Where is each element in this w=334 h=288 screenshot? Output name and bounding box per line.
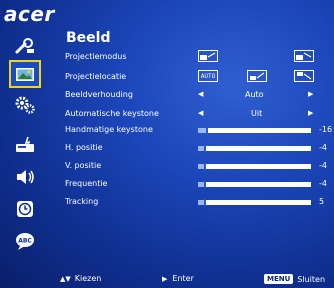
slider-thumb[interactable] <box>204 181 206 188</box>
projectiemodus-label: Projectiemodus <box>65 52 127 61</box>
sidebar-item-picture[interactable] <box>9 60 41 88</box>
footer-enter-label: Enter <box>172 274 194 283</box>
tracking-value: 5 <box>319 197 325 206</box>
row-beeldverhouding[interactable]: Beeldverhouding ◀ Auto ▶ <box>65 90 334 104</box>
row-handmatige-keystone[interactable]: Handmatige keystone -16 <box>65 125 334 139</box>
desk-location-icon[interactable] <box>247 70 267 82</box>
h-positie-label: H. positie <box>65 143 103 152</box>
sidebar: ABC <box>0 30 52 262</box>
menu-key-badge: MENU <box>264 274 294 284</box>
ceiling-location-icon[interactable] <box>294 70 314 82</box>
beeldverhouding-label: Beeldverhouding <box>65 90 133 99</box>
sidebar-item-language[interactable]: ABC <box>10 228 40 254</box>
sidebar-item-management[interactable] <box>10 34 40 60</box>
handmatige-keystone-label: Handmatige keystone <box>65 125 153 134</box>
row-h-positie[interactable]: H. positie -4 <box>65 143 334 157</box>
auto-keystone-value: Uit <box>251 109 263 118</box>
beeldverhouding-value: Auto <box>245 90 264 99</box>
sidebar-item-projector[interactable] <box>10 132 40 158</box>
projector-settings-icon <box>16 136 34 152</box>
v-positie-label: V. positie <box>65 161 102 170</box>
tracking-slider[interactable] <box>198 199 311 206</box>
footer: ▲▼ Kiezen ▶ Enter MENU Sluiten <box>0 272 334 288</box>
speaker-icon <box>17 170 34 184</box>
frequentie-slider[interactable] <box>198 181 311 188</box>
footer-select-label: Kiezen <box>74 274 102 283</box>
osd-menu: acer ABC Beeld Projectiemodus Projectiel… <box>0 0 334 288</box>
row-v-positie[interactable]: V. positie -4 <box>65 161 334 175</box>
clock-icon <box>17 201 33 217</box>
arrow-right-icon[interactable]: ▶ <box>308 109 313 117</box>
wrench-icon <box>15 38 34 54</box>
tracking-label: Tracking <box>65 197 99 206</box>
language-icon: ABC <box>16 233 34 250</box>
slider-thumb[interactable] <box>204 145 206 152</box>
auto-location-text: AUTO <box>200 72 216 80</box>
row-projectielocatie[interactable]: Projectielocatie AUTO <box>65 70 334 86</box>
arrow-left-icon[interactable]: ◀ <box>198 109 203 117</box>
footer-select: ▲▼ Kiezen <box>60 274 101 283</box>
sidebar-item-audio[interactable] <box>10 164 40 190</box>
svg-text:ABC: ABC <box>18 238 32 245</box>
auto-location-icon[interactable]: AUTO <box>198 70 218 82</box>
v-positie-value: -4 <box>319 161 327 170</box>
frequentie-value: -4 <box>319 179 327 188</box>
picture-icon <box>16 68 34 81</box>
footer-enter: ▶ Enter <box>162 274 194 283</box>
h-positie-slider[interactable] <box>198 145 311 152</box>
arrow-left-icon[interactable]: ◀ <box>198 90 203 98</box>
menu-title: Beeld <box>66 30 111 46</box>
slider-thumb[interactable] <box>206 127 208 134</box>
handmatige-keystone-slider[interactable] <box>198 127 311 134</box>
row-auto-keystone[interactable]: Automatische keystone ◀ Uit ▶ <box>65 109 334 123</box>
acer-logo: acer <box>4 2 55 26</box>
frequentie-label: Frequentie <box>65 179 108 188</box>
footer-close-label: Sluiten <box>297 274 326 284</box>
projectielocatie-label: Projectielocatie <box>65 72 127 81</box>
slider-thumb[interactable] <box>204 163 206 170</box>
up-down-arrows-icon: ▲▼ <box>60 274 71 283</box>
rear-projection-icon[interactable] <box>294 50 314 62</box>
front-projection-icon[interactable] <box>198 50 218 62</box>
handmatige-keystone-value: -16 <box>319 125 333 134</box>
arrow-right-icon[interactable]: ▶ <box>308 90 313 98</box>
gears-icon <box>15 96 35 114</box>
footer-close: MENU Sluiten <box>264 274 325 284</box>
sidebar-item-settings[interactable] <box>10 92 40 118</box>
slider-thumb[interactable] <box>204 199 206 206</box>
row-tracking[interactable]: Tracking 5 <box>65 197 334 211</box>
v-positie-slider[interactable] <box>198 163 311 170</box>
auto-keystone-label: Automatische keystone <box>65 109 159 118</box>
row-projectiemodus[interactable]: Projectiemodus <box>65 50 334 66</box>
sidebar-item-timer[interactable] <box>10 196 40 222</box>
h-positie-value: -4 <box>319 143 327 152</box>
row-frequentie[interactable]: Frequentie -4 <box>65 179 334 193</box>
right-arrow-icon: ▶ <box>162 274 168 283</box>
